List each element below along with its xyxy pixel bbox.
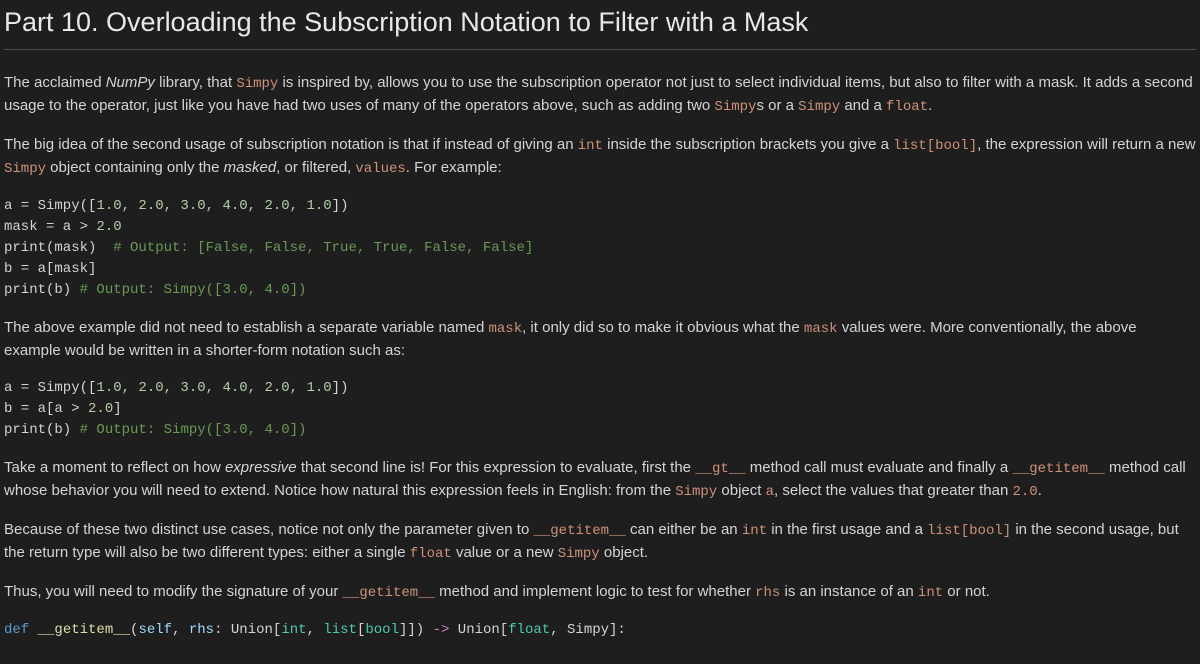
code-int: int: [918, 585, 943, 601]
code-line: ]): [332, 380, 349, 396]
fn-getitem: __getitem__: [38, 622, 130, 638]
code-line: print(b): [4, 282, 80, 298]
code-list-bool: list[bool]: [927, 523, 1011, 539]
text: inside the subscription brackets you giv…: [603, 136, 893, 153]
code-float: float: [410, 546, 452, 562]
text: ,: [307, 622, 324, 638]
code-list-bool: list[bool]: [893, 138, 977, 154]
text: method call must evaluate and finally a: [746, 459, 1013, 476]
emphasis-expressive: expressive: [225, 459, 297, 476]
code-line: a = Simpy([: [4, 198, 96, 214]
code-int: int: [578, 138, 603, 154]
code-mask: mask: [804, 321, 838, 337]
code-numbers: 1.0, 2.0, 3.0, 4.0, 2.0, 1.0: [96, 380, 331, 396]
text: value or a new: [452, 544, 558, 561]
code-gt: __gt__: [695, 461, 745, 477]
type-bool: bool: [365, 622, 399, 638]
id-self: self: [138, 622, 172, 638]
text: and a: [840, 97, 886, 114]
text: , the expression will return a new: [977, 136, 1195, 153]
code-numbers: 1.0, 2.0, 3.0, 4.0, 2.0, 1.0: [96, 198, 331, 214]
text: , it only did so to make it obvious what…: [522, 319, 804, 336]
text: [29, 622, 37, 638]
text: Union[: [449, 622, 508, 638]
text: object containing only the: [46, 159, 224, 176]
code-2.0: 2.0: [1012, 484, 1037, 500]
text: library, that: [155, 74, 236, 91]
code-int: int: [742, 523, 767, 539]
code-number: 2.0: [96, 219, 121, 235]
text: in the first usage and a: [767, 521, 927, 538]
code-line: a = Simpy([: [4, 380, 96, 396]
paragraph-5: Because of these two distinct use cases,…: [4, 519, 1196, 565]
text: , select the values that greater than: [774, 482, 1012, 499]
code-block-2: a = Simpy([1.0, 2.0, 3.0, 4.0, 2.0, 1.0]…: [4, 378, 1196, 441]
code-float: float: [886, 99, 928, 115]
text: , Simpy]:: [550, 622, 626, 638]
paragraph-6: Thus, you will need to modify the signat…: [4, 581, 1196, 604]
code-getitem: __getitem__: [1012, 461, 1104, 477]
code-rhs: rhs: [755, 585, 780, 601]
code-line: ]: [113, 401, 121, 417]
kw-def: def: [4, 622, 29, 638]
text: ,: [172, 622, 189, 638]
paragraph-4: Take a moment to reflect on how expressi…: [4, 457, 1196, 503]
code-line: b = a[mask]: [4, 261, 96, 277]
code-getitem: __getitem__: [343, 585, 435, 601]
text: that second line is! For this expression…: [297, 459, 696, 476]
code-simpy: Simpy: [4, 161, 46, 177]
text: object: [717, 482, 765, 499]
text: , or filtered,: [276, 159, 355, 176]
paragraph-1: The acclaimed NumPy library, that Simpy …: [4, 72, 1196, 118]
text: Because of these two distinct use cases,…: [4, 521, 533, 538]
code-comment: # Output: Simpy([3.0, 4.0]): [80, 422, 307, 438]
code-simpy: Simpy: [675, 484, 717, 500]
type-list: list: [323, 622, 357, 638]
code-line: b = a[a >: [4, 401, 88, 417]
type-int: int: [281, 622, 306, 638]
code-values: values: [355, 161, 405, 177]
code-simpy: Simpy: [558, 546, 600, 562]
arrow: ->: [433, 622, 450, 638]
text: is an instance of an: [780, 583, 918, 600]
code-simpy: Simpy: [714, 99, 756, 115]
code-simpy: Simpy: [236, 76, 278, 92]
text: The above example did not need to establ…: [4, 319, 488, 336]
code-comment: # Output: [False, False, True, True, Fal…: [113, 240, 533, 256]
paragraph-2: The big idea of the second usage of subs…: [4, 134, 1196, 180]
text: The acclaimed: [4, 74, 106, 91]
code-simpy: Simpy: [798, 99, 840, 115]
text: Thus, you will need to modify the signat…: [4, 583, 343, 600]
text: object.: [600, 544, 648, 561]
text: .: [928, 97, 932, 114]
code-line: ]): [332, 198, 349, 214]
emphasis-masked: masked: [224, 159, 277, 176]
text: s or a: [756, 97, 798, 114]
code-line: print(mask): [4, 240, 113, 256]
text: or not.: [943, 583, 990, 600]
emphasis-numpy: NumPy: [106, 74, 155, 91]
text: . For example:: [406, 159, 502, 176]
text: Take a moment to reflect on how: [4, 459, 225, 476]
text: can either be an: [626, 521, 742, 538]
document-body: Part 10. Overloading the Subscription No…: [0, 0, 1200, 664]
text: .: [1038, 482, 1042, 499]
code-a: a: [766, 484, 774, 500]
code-block-1: a = Simpy([1.0, 2.0, 3.0, 4.0, 2.0, 1.0]…: [4, 196, 1196, 301]
code-line: mask = a >: [4, 219, 96, 235]
code-number: 2.0: [88, 401, 113, 417]
text: : Union[: [214, 622, 281, 638]
section-title: Part 10. Overloading the Subscription No…: [4, 0, 1196, 50]
text: ]]): [399, 622, 433, 638]
code-comment: # Output: Simpy([3.0, 4.0]): [80, 282, 307, 298]
type-float: float: [508, 622, 550, 638]
code-line: print(b): [4, 422, 80, 438]
code-mask: mask: [488, 321, 522, 337]
id-rhs: rhs: [189, 622, 214, 638]
code-getitem: __getitem__: [533, 523, 625, 539]
text: The big idea of the second usage of subs…: [4, 136, 578, 153]
text: method and implement logic to test for w…: [435, 583, 755, 600]
paragraph-3: The above example did not need to establ…: [4, 317, 1196, 363]
